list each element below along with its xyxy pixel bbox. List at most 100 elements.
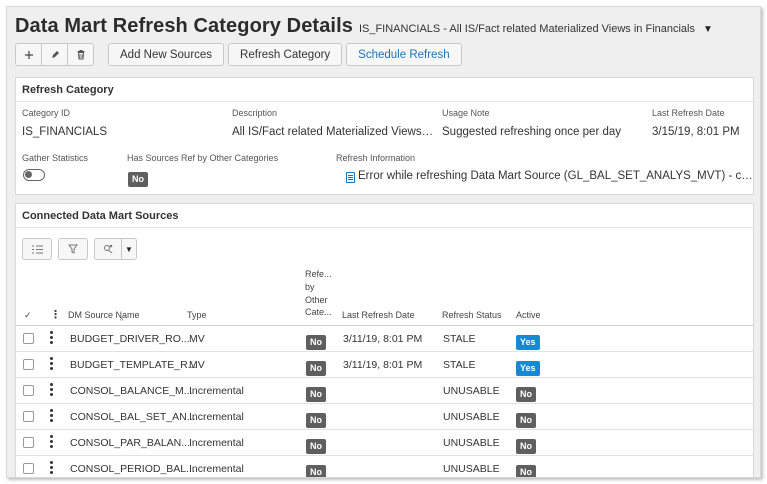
- active-badge: Yes: [516, 361, 540, 376]
- active-badge: No: [516, 439, 536, 454]
- category-id-value: IS_FINANCIALS: [22, 126, 107, 138]
- table-row[interactable]: CONSOL_BALANCE_M... Incremental No UNUSA…: [16, 378, 753, 404]
- column-header-type[interactable]: Type: [187, 310, 207, 320]
- source-name[interactable]: CONSOL_PAR_BALAN...: [70, 437, 190, 449]
- column-header-ref-other-categories[interactable]: Refe... by Other Cate...: [305, 268, 332, 319]
- active-badge-wrap: No: [516, 384, 536, 402]
- connected-sources-panel: Connected Data Mart Sources ▼ ✓ ⋮ DM Sou…: [15, 203, 754, 477]
- column-header-refresh-status[interactable]: Refresh Status: [442, 310, 502, 320]
- source-type: Incremental: [189, 385, 244, 397]
- refresh-status: UNUSABLE: [443, 385, 500, 397]
- description-label: Description: [232, 108, 278, 118]
- ref-badge: No: [306, 361, 326, 376]
- table-row[interactable]: CONSOL_BAL_SET_AN... Incremental No UNUS…: [16, 404, 753, 430]
- grid-toolbar: ▼: [22, 238, 137, 260]
- source-type: MV: [189, 333, 205, 345]
- has-sources-label: Has Sources Ref by Other Categories: [127, 153, 279, 163]
- category-context-selector[interactable]: IS_FINANCIALS - All IS/Fact related Mate…: [359, 23, 695, 35]
- caret-down-icon[interactable]: ▼: [703, 24, 713, 35]
- refresh-status: UNUSABLE: [443, 463, 500, 475]
- refresh-category-button[interactable]: Refresh Category: [228, 43, 343, 66]
- gather-statistics-label: Gather Statistics: [22, 153, 89, 163]
- column-header-name[interactable]: DM Source Name: [68, 310, 140, 320]
- ref-badge: No: [306, 335, 326, 350]
- sort-ascending-icon: ^: [120, 318, 124, 325]
- table-row[interactable]: BUDGET_TEMPLATE_R... MV No 3/11/19, 8:01…: [16, 352, 753, 378]
- refresh-category-title: Refresh Category: [22, 84, 114, 96]
- row-checkbox[interactable]: [23, 411, 34, 422]
- row-menu-icon[interactable]: [50, 409, 53, 423]
- row-menu-icon[interactable]: [50, 461, 53, 475]
- row-menu-icon[interactable]: [50, 357, 53, 371]
- schedule-refresh-button[interactable]: Schedule Refresh: [346, 43, 462, 66]
- table-row[interactable]: CONSOL_PERIOD_BAL... Incremental No UNUS…: [16, 456, 753, 477]
- active-badge: No: [516, 387, 536, 402]
- table-row[interactable]: BUDGET_DRIVER_RO... MV No 3/11/19, 8:01 …: [16, 326, 753, 352]
- edit-button[interactable]: [41, 43, 68, 66]
- title-row: Data Mart Refresh Category Details IS_FI…: [15, 15, 713, 38]
- list-icon: [31, 245, 43, 253]
- column-header-ref-line: Other: [305, 294, 328, 305]
- row-checkbox[interactable]: [23, 359, 34, 370]
- active-badge-wrap: No: [516, 436, 536, 454]
- page-title: Data Mart Refresh Category Details: [15, 15, 353, 37]
- filter-button[interactable]: [58, 238, 88, 260]
- ref-badge-wrap: No: [306, 436, 326, 454]
- source-name[interactable]: BUDGET_TEMPLATE_R...: [70, 359, 196, 371]
- document-icon: [346, 172, 355, 183]
- source-name[interactable]: CONSOL_PERIOD_BAL...: [70, 463, 195, 475]
- column-header-last-refresh[interactable]: Last Refresh Date: [342, 310, 415, 320]
- description-value: All IS/Fact related Materialized Views i…: [232, 126, 435, 138]
- ref-badge-wrap: No: [306, 332, 326, 350]
- refresh-status: STALE: [443, 359, 476, 371]
- table-row[interactable]: CONSOL_PAR_BALAN... Incremental No UNUSA…: [16, 430, 753, 456]
- ref-badge-wrap: No: [306, 358, 326, 376]
- list-view-button[interactable]: [22, 238, 52, 260]
- group-button[interactable]: [94, 238, 122, 260]
- divider: [16, 101, 753, 102]
- divider: [16, 227, 753, 228]
- active-badge: Yes: [516, 335, 540, 350]
- column-header-ref-line: Cate...: [305, 307, 332, 318]
- category-id-label: Category ID: [22, 108, 71, 118]
- last-refresh-label: Last Refresh Date: [652, 108, 725, 118]
- ref-badge-wrap: No: [306, 384, 326, 402]
- column-header-menu-icon[interactable]: ⋮: [50, 308, 61, 321]
- source-name[interactable]: CONSOL_BAL_SET_AN...: [70, 411, 195, 423]
- group-dropdown-button[interactable]: ▼: [121, 238, 137, 260]
- column-header-active[interactable]: Active: [516, 310, 541, 320]
- row-checkbox[interactable]: [23, 463, 34, 474]
- row-checkbox[interactable]: [23, 437, 34, 448]
- toolbar: Add New Sources Refresh Category Schedul…: [15, 43, 462, 66]
- ref-badge: No: [306, 413, 326, 428]
- add-button[interactable]: [15, 43, 42, 66]
- row-menu-icon[interactable]: [50, 331, 53, 345]
- column-header-ref-line: by: [305, 281, 315, 292]
- refresh-status: STALE: [443, 333, 476, 345]
- active-badge-wrap: No: [516, 410, 536, 428]
- delete-button[interactable]: [67, 43, 94, 66]
- filter-icon: [68, 244, 78, 254]
- row-checkbox[interactable]: [23, 385, 34, 396]
- pencil-icon: [51, 50, 59, 58]
- source-name[interactable]: CONSOL_BALANCE_M...: [70, 385, 193, 397]
- refresh-category-panel: Refresh Category Category ID IS_FINANCIA…: [15, 77, 754, 195]
- refresh-status: UNUSABLE: [443, 411, 500, 423]
- row-menu-icon[interactable]: [50, 383, 53, 397]
- column-header-ref-line: Refe...: [305, 269, 332, 279]
- icon-button-group: [15, 43, 94, 66]
- active-badge: No: [516, 465, 536, 477]
- refresh-information-value[interactable]: Error while refreshing Data Mart Source …: [358, 170, 754, 182]
- add-new-sources-button[interactable]: Add New Sources: [108, 43, 225, 66]
- source-name[interactable]: BUDGET_DRIVER_RO...: [70, 333, 190, 345]
- source-type: MV: [189, 359, 205, 371]
- refresh-information-label: Refresh Information: [336, 153, 416, 163]
- row-menu-icon[interactable]: [50, 435, 53, 449]
- row-checkbox[interactable]: [23, 333, 34, 344]
- caret-down-icon: ▼: [125, 244, 133, 254]
- gather-statistics-toggle[interactable]: [23, 169, 45, 181]
- page-header: Data Mart Refresh Category Details IS_FI…: [7, 7, 760, 77]
- active-badge-wrap: Yes: [516, 358, 540, 376]
- plus-icon: [24, 50, 33, 59]
- column-header-check[interactable]: ✓: [24, 310, 32, 321]
